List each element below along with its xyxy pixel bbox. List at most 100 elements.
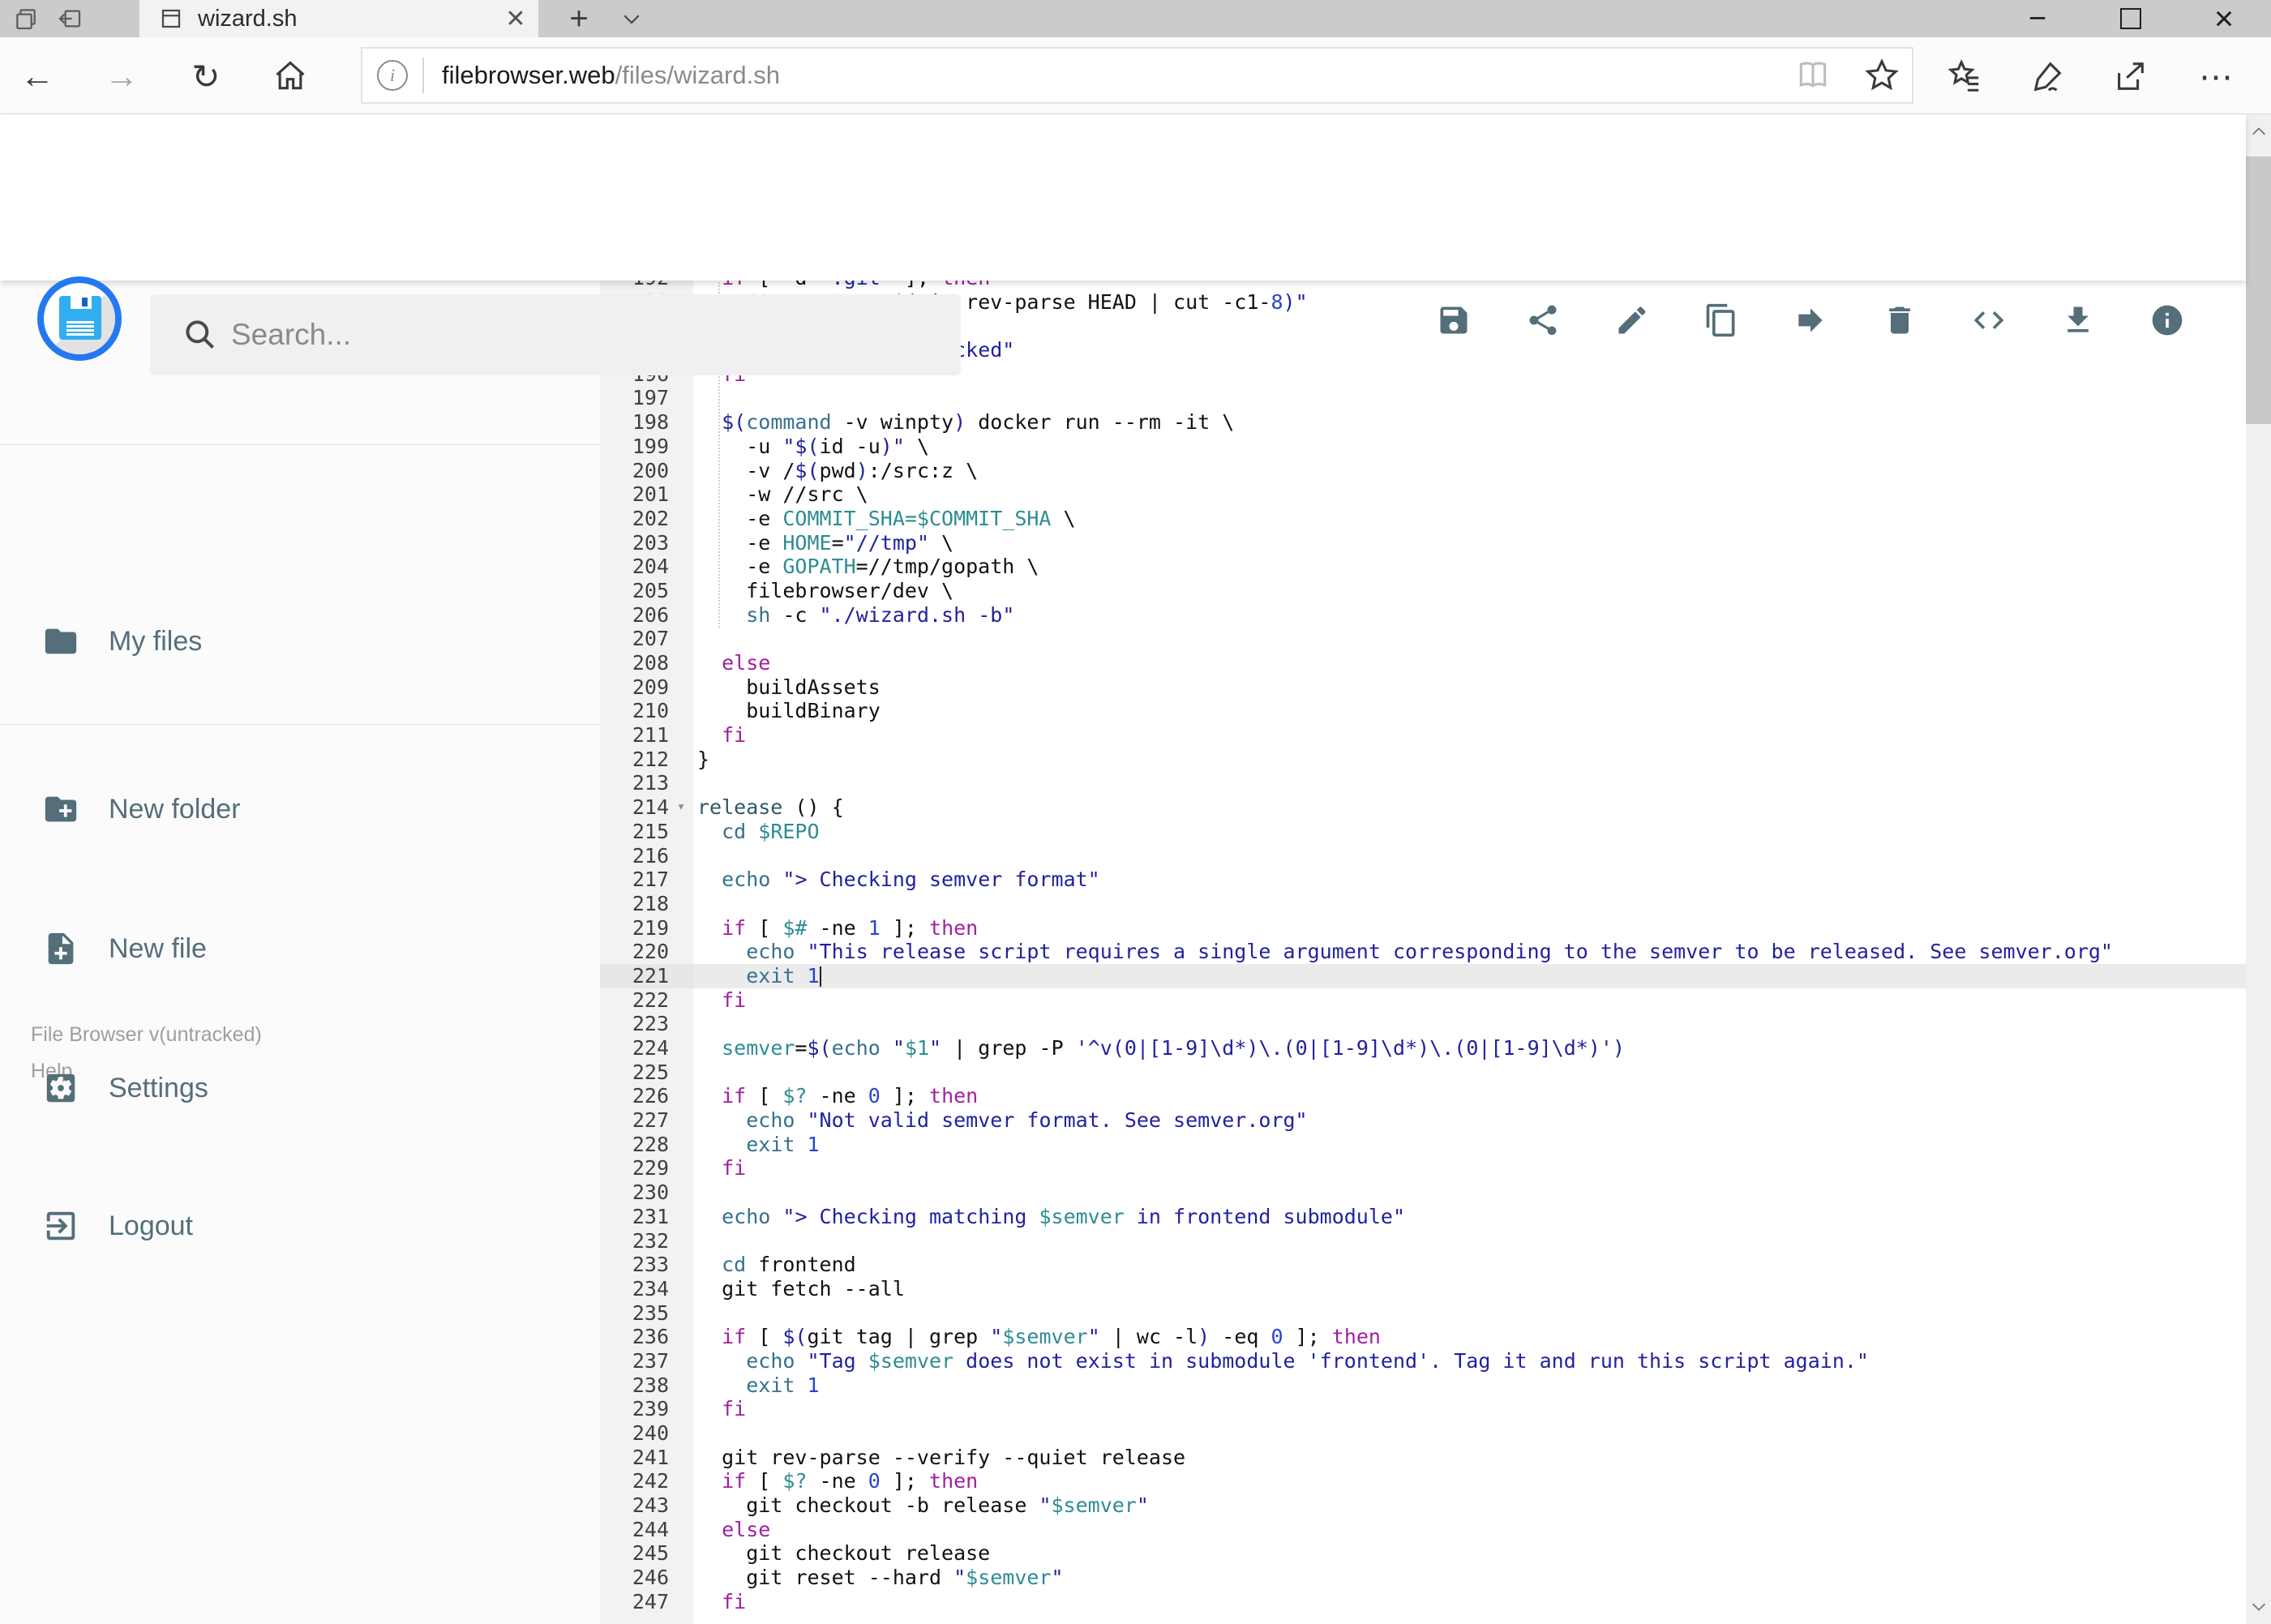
code-line-226[interactable]: 226 if [ $? -ne 0 ]; then [600, 1084, 2246, 1109]
code-line-222[interactable]: 222 fi [600, 988, 2246, 1013]
sidebar-item-new-file[interactable]: New file [0, 912, 600, 985]
forward-icon[interactable]: → [99, 55, 144, 97]
code-line-218[interactable]: 218 [600, 891, 2246, 916]
favorite-star-icon[interactable] [1863, 57, 1900, 94]
sidebar-item-my-files[interactable]: My files [0, 605, 600, 678]
refresh-icon[interactable]: ↻ [183, 55, 229, 97]
copy-button[interactable] [1703, 302, 1739, 338]
home-icon[interactable] [268, 55, 313, 97]
code-line-215[interactable]: 215 cd $REPO [600, 819, 2246, 844]
code-line-200[interactable]: 200 -v /$(pwd):/src:z \ [600, 458, 2246, 483]
code-line-220[interactable]: 220 echo "This release script requires a… [600, 940, 2246, 964]
set-tabs-aside-icon[interactable] [50, 5, 89, 32]
code-editor[interactable]: 192 if [ -d ".git" ]; then193 COMMIT_SHA… [600, 281, 2246, 1624]
code-line-198[interactable]: 198 $(command -v winpty) docker run --rm… [600, 410, 2246, 435]
code-line-244[interactable]: 244 else [600, 1517, 2246, 1542]
info-button[interactable] [2149, 302, 2185, 338]
code-line-225[interactable]: 225 [600, 1060, 2246, 1085]
line-number: 216 [632, 843, 669, 868]
raw-button[interactable] [1971, 302, 2007, 338]
code-line-206[interactable]: 206 sh -c "./wizard.sh -b" [600, 602, 2246, 628]
code-line-203[interactable]: 203 -e HOME="//tmp" \ [600, 530, 2246, 555]
code-line-219[interactable]: 219 if [ $# -ne 1 ]; then [600, 915, 2246, 941]
reading-view-icon[interactable] [1795, 58, 1831, 93]
rename-button[interactable] [1614, 302, 1650, 338]
sidebar-item-logout[interactable]: Logout [0, 1189, 600, 1262]
code-line-199[interactable]: 199 -u "$(id -u)" \ [600, 434, 2246, 459]
fold-marker [669, 820, 693, 844]
code-line-210[interactable]: 210 buildBinary [600, 699, 2246, 724]
sidebar-item-settings[interactable]: Settings [0, 1052, 600, 1125]
code-line-243[interactable]: 243 git checkout -b release "$semver" [600, 1493, 2246, 1518]
code-line-247[interactable]: 247 fi [600, 1589, 2246, 1614]
code-line-233[interactable]: 233 cd frontend [600, 1253, 2246, 1277]
page-scrollbar[interactable] [2246, 114, 2271, 1624]
code-line-227[interactable]: 227 echo "Not valid semver format. See s… [600, 1108, 2246, 1133]
line-number: 225 [632, 1060, 669, 1084]
tab-chevron-icon[interactable] [612, 5, 651, 32]
code-line-241[interactable]: 241 git rev-parse --verify --quiet relea… [600, 1445, 2246, 1470]
maximize-button[interactable] [2090, 0, 2171, 37]
code-line-238[interactable]: 238 exit 1 [600, 1373, 2246, 1398]
tab-preview-icon[interactable] [6, 5, 45, 32]
filebrowser-logo[interactable] [37, 276, 122, 361]
code-line-205[interactable]: 205 filebrowser/dev \ [600, 578, 2246, 603]
code-line-197[interactable]: 197 [600, 386, 2246, 411]
code-line-201[interactable]: 201 -w //src \ [600, 482, 2246, 507]
download-button[interactable] [2060, 302, 2096, 338]
code-line-230[interactable]: 230 [600, 1181, 2246, 1205]
code-line-229[interactable]: 229 fi [600, 1156, 2246, 1181]
move-button[interactable] [1793, 302, 1828, 338]
code-line-239[interactable]: 239 fi [600, 1397, 2246, 1421]
fold-marker[interactable]: ▾ [669, 795, 693, 820]
search-input[interactable]: Search... [150, 294, 961, 375]
scroll-up-icon[interactable] [2246, 116, 2271, 148]
code-line-232[interactable]: 232 [600, 1228, 2246, 1253]
code-line-242[interactable]: 242 if [ $? -ne 0 ]; then [600, 1469, 2246, 1494]
code-line-236[interactable]: 236 if [ $(git tag | grep "$semver" | wc… [600, 1325, 2246, 1349]
code-line-240[interactable]: 240 [600, 1421, 2246, 1446]
code-line-212[interactable]: 212} [600, 747, 2246, 772]
browser-tab[interactable]: wizard.sh ✕ [139, 0, 538, 37]
share-icon[interactable] [2107, 55, 2153, 97]
url-bar[interactable]: i filebrowser.web/files/wizard.sh [361, 47, 1913, 104]
code-line-231[interactable]: 231 echo "> Checking matching $semver in… [600, 1204, 2246, 1229]
code-text: buildBinary [697, 699, 881, 723]
info-icon[interactable]: i [377, 60, 408, 91]
code-line-213[interactable]: 213 [600, 771, 2246, 796]
code-line-192[interactable]: 192 if [ -d ".git" ]; then [600, 281, 2246, 290]
code-line-207[interactable]: 207 [600, 627, 2246, 651]
tab-close-icon[interactable]: ✕ [498, 1, 533, 36]
code-line-217[interactable]: 217 echo "> Checking semver format" [600, 868, 2246, 892]
share-button[interactable] [1525, 302, 1561, 338]
code-line-214[interactable]: 214 ▾ release () { [600, 795, 2246, 820]
code-line-202[interactable]: 202 -e COMMIT_SHA=$COMMIT_SHA \ [600, 506, 2246, 531]
code-line-208[interactable]: 208 else [600, 651, 2246, 675]
hub-icon[interactable] [1942, 55, 1987, 97]
code-line-246[interactable]: 246 git reset --hard "$semver" [600, 1566, 2246, 1590]
code-line-204[interactable]: 204 -e GOPATH=//tmp/gopath \ [600, 555, 2246, 579]
scrollbar-thumb[interactable] [2246, 156, 2271, 424]
sidebar-item-new-folder[interactable]: New folder [0, 773, 600, 846]
more-icon[interactable]: ⋯ [2193, 55, 2239, 97]
new-tab-icon[interactable]: + [558, 0, 600, 37]
delete-button[interactable] [1882, 302, 1917, 338]
code-line-228[interactable]: 228 exit 1 [600, 1132, 2246, 1157]
code-line-235[interactable]: 235 [600, 1300, 2246, 1326]
code-line-221[interactable]: 221 exit 1 [600, 963, 2246, 988]
code-line-224[interactable]: 224 semver=$(echo "$1" | grep -P '^v(0|[… [600, 1036, 2246, 1061]
code-line-237[interactable]: 237 echo "Tag $semver does not exist in … [600, 1348, 2246, 1373]
back-icon[interactable]: ← [15, 55, 60, 97]
minimize-button[interactable]: − [1997, 0, 2078, 37]
scroll-down-icon[interactable] [2246, 1590, 2271, 1622]
annotate-pen-icon[interactable] [2025, 55, 2070, 97]
code-line-211[interactable]: 211 fi [600, 723, 2246, 748]
close-button[interactable]: × [2183, 0, 2265, 37]
code-line-234[interactable]: 234 git fetch --all [600, 1276, 2246, 1301]
code-line-216[interactable]: 216 [600, 843, 2246, 868]
code-line-209[interactable]: 209 buildAssets [600, 675, 2246, 700]
save-button[interactable] [1436, 302, 1472, 338]
code-line-223[interactable]: 223 [600, 1012, 2246, 1036]
code-line-245[interactable]: 245 git checkout release [600, 1541, 2246, 1566]
url-text[interactable]: filebrowser.web/files/wizard.sh [442, 61, 1795, 90]
